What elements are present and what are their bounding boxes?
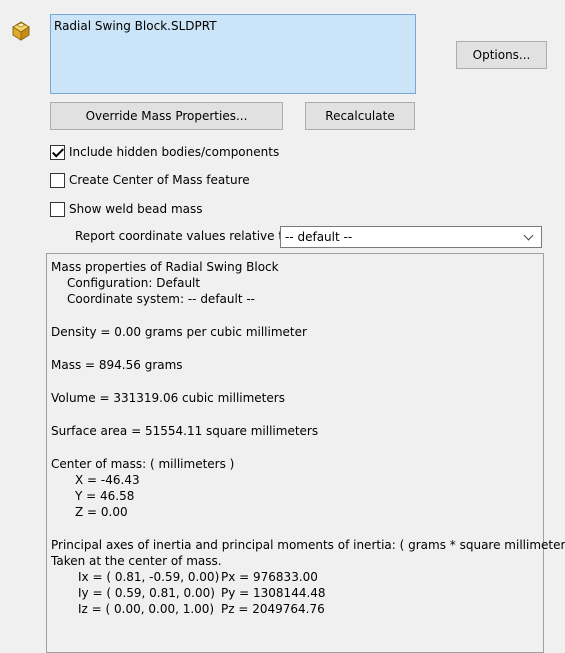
results-configuration: Configuration: Default	[67, 276, 201, 290]
results-com-y: Y = 46.58	[75, 489, 135, 503]
show-weld-checkbox-row[interactable]: Show weld bead mass	[50, 200, 203, 218]
override-mass-properties-button[interactable]: Override Mass Properties...	[50, 102, 283, 130]
results-pz: Pz = 2049764.76	[221, 602, 325, 616]
selected-item[interactable]: Radial Swing Block.SLDPRT	[54, 19, 412, 33]
results-density: Density = 0.00 grams per cubic millimete…	[51, 325, 307, 339]
results-com-header: Center of mass: ( millimeters )	[51, 457, 235, 471]
include-hidden-label: Include hidden bodies/components	[69, 145, 280, 159]
results-iz: Iz = ( 0.00, 0.00, 1.00)	[78, 602, 215, 616]
results-volume: Volume = 331319.06 cubic millimeters	[51, 391, 285, 405]
results-ix: Ix = ( 0.81, -0.59, 0.00)	[78, 570, 220, 584]
results-principal-sub: Taken at the center of mass.	[51, 554, 222, 568]
inertia-row-x: Ix = ( 0.81, -0.59, 0.00) Px = 976833.00	[51, 569, 539, 585]
part-icon	[8, 18, 34, 44]
inertia-row-z: Iz = ( 0.00, 0.00, 1.00) Pz = 2049764.76	[51, 601, 539, 617]
results-com-x: X = -46.43	[75, 473, 140, 487]
include-hidden-checkbox-row[interactable]: Include hidden bodies/components	[50, 143, 279, 161]
include-hidden-checkbox[interactable]	[50, 144, 65, 160]
results-com-z: Z = 0.00	[75, 505, 128, 519]
show-weld-label: Show weld bead mass	[69, 202, 203, 216]
create-com-label: Create Center of Mass feature	[69, 173, 250, 187]
coordinate-system-select[interactable]: -- default --	[280, 226, 542, 248]
options-button[interactable]: Options...	[456, 41, 547, 69]
show-weld-checkbox[interactable]	[50, 201, 65, 217]
results-surface-area: Surface area = 51554.11 square millimete…	[51, 424, 319, 438]
results-coordinate-system: Coordinate system: -- default --	[67, 292, 256, 306]
coordinate-label: Report coordinate values relative to:	[75, 229, 295, 243]
results-py: Py = 1308144.48	[221, 586, 326, 600]
results-iy: Iy = ( 0.59, 0.81, 0.00)	[78, 586, 215, 600]
recalculate-button[interactable]: Recalculate	[305, 102, 415, 130]
chevron-down-icon	[523, 230, 534, 241]
results-header: Mass properties of Radial Swing Block	[51, 260, 279, 274]
results-mass: Mass = 894.56 grams	[51, 358, 183, 372]
mass-properties-results[interactable]: Mass properties of Radial Swing Block Co…	[46, 253, 565, 653]
inertia-row-y: Iy = ( 0.59, 0.81, 0.00) Py = 1308144.48	[51, 585, 539, 601]
create-com-checkbox-row[interactable]: Create Center of Mass feature	[50, 171, 250, 189]
results-principal-header: Principal axes of inertia and principal …	[51, 538, 565, 552]
results-px: Px = 976833.00	[221, 570, 318, 584]
coordinate-system-value: -- default --	[285, 230, 353, 244]
create-com-checkbox[interactable]	[50, 172, 65, 188]
selected-items-list[interactable]: Radial Swing Block.SLDPRT	[50, 14, 416, 94]
